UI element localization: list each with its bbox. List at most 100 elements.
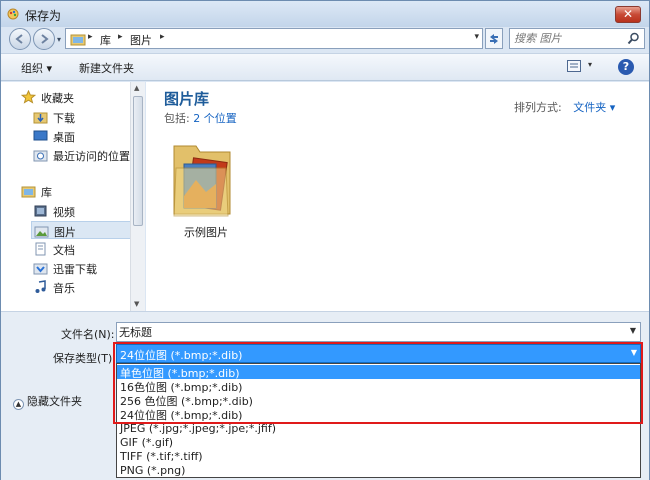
filename-label: 文件名(N): [61, 328, 115, 341]
search-icon [627, 32, 639, 45]
save-as-dialog: 保存为 ✕ ▾ ▸ 库 ▸ 图片 ▸ ▾ 搜索 图片 组织 ▾ 新建文件夹 ▾ … [0, 0, 650, 480]
filetype-option[interactable]: 256 色位图 (*.bmp;*.dib) [117, 393, 640, 408]
nav-favorites[interactable]: 收藏夹 [19, 88, 131, 106]
star-icon [21, 90, 36, 104]
back-button[interactable] [9, 28, 31, 50]
filetype-select[interactable]: 24位位图 (*.bmp;*.dib) ▼ [116, 344, 641, 363]
close-button[interactable]: ✕ [615, 6, 641, 23]
command-toolbar: 组织 ▾ 新建文件夹 ▾ ? [1, 53, 649, 81]
filetype-option[interactable]: 24位位图 (*.bmp;*.dib) [117, 407, 640, 422]
nav-item-label: 迅雷下载 [53, 263, 97, 276]
filename-combobox[interactable]: ▼ [116, 322, 641, 342]
desktop-icon [33, 130, 48, 141]
option-label: TIFF (*.tif;*.tiff) [120, 450, 203, 463]
includes-locations-link[interactable]: 2 个位置 [193, 112, 237, 125]
breadcrumb-separator[interactable]: ▸ [160, 32, 165, 42]
recent-places-icon [33, 150, 48, 162]
refresh-button[interactable] [485, 28, 503, 49]
nav-item-label: 视频 [53, 206, 75, 219]
documents-library-icon [35, 242, 46, 256]
nav-item-documents[interactable]: 文档 [31, 240, 131, 258]
help-button[interactable]: ? [618, 59, 634, 75]
address-dropdown-arrow[interactable]: ▾ [474, 32, 479, 42]
xunlei-library-icon [33, 263, 48, 275]
filetype-options-list: 单色位图 (*.bmp;*.dib) 16色位图 (*.bmp;*.dib) 2… [116, 363, 641, 478]
nav-item-label: 桌面 [53, 131, 75, 144]
breadcrumb-pictures[interactable]: 图片 [130, 32, 152, 48]
arrange-by-dropdown[interactable]: 文件夹 ▾ [573, 101, 615, 114]
breadcrumb-separator[interactable]: ▸ [88, 32, 93, 42]
search-box[interactable] [509, 28, 645, 49]
recent-locations-dropdown[interactable]: ▾ [57, 35, 61, 44]
back-arrow-icon [15, 34, 23, 44]
view-options-dropdown[interactable]: ▾ [588, 60, 592, 69]
nav-favorites-label: 收藏夹 [41, 92, 74, 105]
close-icon: ✕ [622, 7, 634, 21]
change-view-icon[interactable] [567, 60, 581, 72]
help-icon: ? [622, 60, 630, 73]
nav-item-label: 音乐 [53, 282, 75, 295]
forward-button[interactable] [33, 28, 55, 50]
address-row: ▾ ▸ 库 ▸ 图片 ▸ ▾ [1, 27, 649, 51]
option-label: JPEG (*.jpg;*.jpeg;*.jpe;*.jfif) [120, 422, 277, 435]
forward-arrow-icon [41, 34, 49, 44]
new-folder-button[interactable]: 新建文件夹 [79, 60, 134, 76]
scroll-thumb[interactable] [133, 96, 143, 226]
collapse-chevron-icon: ▲ [13, 399, 24, 410]
navigation-pane: 收藏夹 下载 桌面 最近访问的位置 库 视频 图片 文档 迅雷下载 音乐 ▲ ▼ [1, 82, 145, 311]
library-includes: 包括: 2 个位置 [164, 110, 237, 126]
filetype-option[interactable]: 16色位图 (*.bmp;*.dib) [117, 379, 640, 394]
hide-folders-toggle[interactable]: ▲ 隐藏文件夹 [13, 393, 82, 410]
folder-icon [173, 145, 231, 217]
folder-label: 示例图片 [184, 226, 228, 239]
filetype-option[interactable]: 单色位图 (*.bmp;*.dib) [117, 365, 640, 380]
music-library-icon [35, 280, 46, 293]
library-icon [21, 186, 36, 198]
arrange-by-label: 排列方式: [514, 101, 562, 114]
paint-icon [7, 8, 19, 20]
includes-label: 包括: [164, 112, 190, 125]
option-label: PNG (*.png) [120, 464, 186, 477]
breadcrumb-library[interactable]: 库 [100, 32, 111, 48]
address-bar[interactable]: ▸ 库 ▸ 图片 ▸ ▾ [65, 28, 483, 49]
nav-item-label: 最近访问的位置 [53, 150, 130, 163]
search-input[interactable] [514, 31, 624, 46]
pictures-library-icon [34, 226, 49, 238]
nav-item-videos[interactable]: 视频 [31, 202, 131, 220]
sample-pictures-folder[interactable]: 示例图片 [166, 134, 246, 239]
scroll-up-icon[interactable]: ▲ [134, 84, 139, 92]
title-bar: 保存为 ✕ [1, 1, 649, 27]
nav-item-desktop[interactable]: 桌面 [31, 127, 131, 145]
filetype-label: 保存类型(T): [53, 352, 117, 365]
arrange-by: 排列方式: 文件夹 ▾ [514, 99, 615, 115]
download-folder-icon [33, 112, 48, 124]
nav-item-label: 图片 [54, 226, 76, 239]
content-pane: 图片库 包括: 2 个位置 排列方式: 文件夹 ▾ 示例图片 [146, 82, 649, 311]
nav-item-label: 下载 [53, 112, 75, 125]
option-label: GIF (*.gif) [120, 436, 174, 449]
filetype-option[interactable]: PNG (*.png) [117, 464, 640, 478]
scroll-down-icon[interactable]: ▼ [134, 300, 139, 308]
filename-input[interactable] [119, 325, 619, 339]
filetype-option[interactable]: JPEG (*.jpg;*.jpeg;*.jpe;*.jfif) [117, 422, 640, 436]
filetype-option[interactable]: GIF (*.gif) [117, 436, 640, 450]
filetype-selected-value: 24位位图 (*.bmp;*.dib) [120, 349, 243, 362]
filename-dropdown-arrow[interactable]: ▼ [630, 326, 636, 335]
nav-item-pictures[interactable]: 图片 [31, 221, 131, 239]
video-library-icon [34, 205, 47, 217]
refresh-icon [490, 34, 498, 44]
hide-folders-label: 隐藏文件夹 [27, 395, 82, 408]
nav-scrollbar[interactable]: ▲ ▼ [130, 82, 145, 311]
library-title: 图片库 [164, 90, 210, 108]
filetype-option[interactable]: TIFF (*.tif;*.tiff) [117, 450, 640, 464]
nav-item-downloads[interactable]: 下载 [31, 108, 131, 126]
organize-button[interactable]: 组织 ▾ [21, 60, 52, 76]
breadcrumb-separator[interactable]: ▸ [118, 32, 123, 42]
nav-libraries[interactable]: 库 [19, 182, 131, 200]
nav-item-music[interactable]: 音乐 [31, 278, 131, 296]
nav-item-label: 文档 [53, 244, 75, 257]
filetype-dropdown-arrow[interactable]: ▼ [631, 348, 637, 357]
nav-item-xunlei-downloads[interactable]: 迅雷下载 [31, 259, 131, 277]
nav-libraries-label: 库 [41, 186, 52, 199]
nav-item-recent-places[interactable]: 最近访问的位置 [31, 146, 131, 164]
